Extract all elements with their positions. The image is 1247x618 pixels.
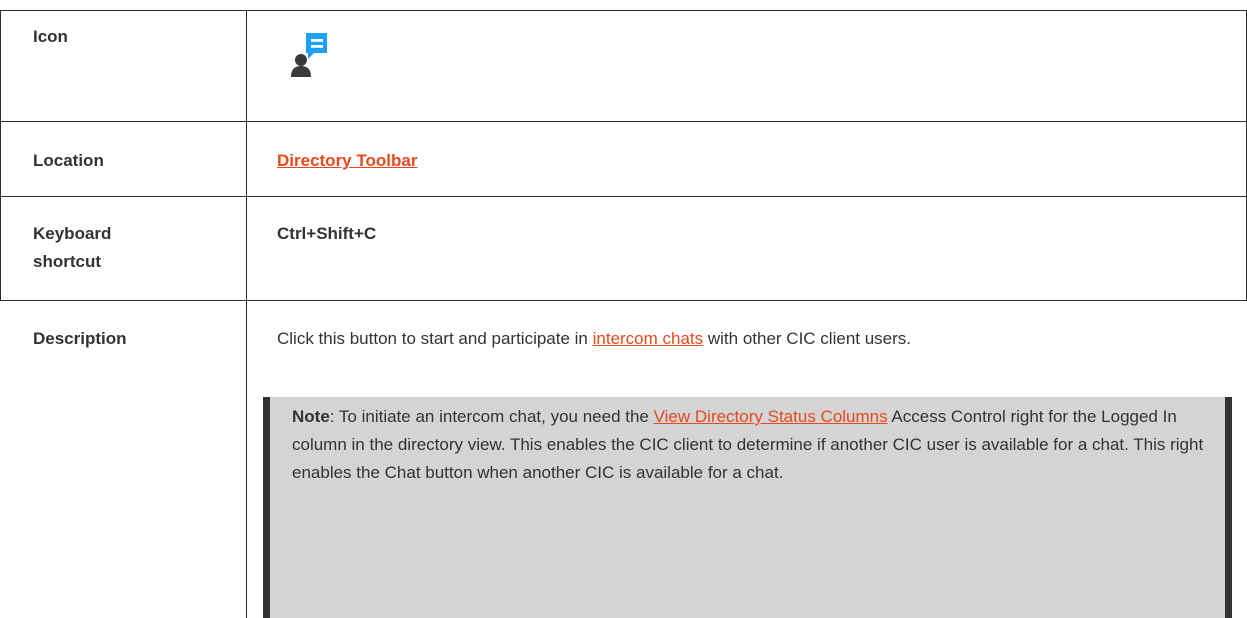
note-text-before: : To initiate an intercom chat, you need… — [329, 407, 654, 426]
table-border-left — [0, 10, 1, 301]
note-text: Note: To initiate an intercom chat, you … — [292, 403, 1222, 487]
row-label-icon: Icon — [33, 27, 68, 46]
row-label-shortcut: Keyboard shortcut — [33, 220, 111, 276]
note-box: Note: To initiate an intercom chat, you … — [263, 397, 1232, 618]
chat-user-icon — [290, 30, 340, 78]
row-label-shortcut-line1: Keyboard — [33, 224, 112, 243]
description-text-after: with other CIC client users. — [703, 329, 912, 348]
view-directory-status-columns-link[interactable]: View Directory Status Columns — [654, 407, 888, 426]
shortcut-value: Ctrl+Shift+C — [277, 224, 377, 243]
row-divider — [0, 196, 1246, 197]
location-value: Directory Toolbar — [277, 147, 417, 175]
column-divider — [246, 10, 247, 618]
row-label-shortcut-line2: shortcut — [33, 252, 101, 271]
row-label-description: Description — [33, 329, 127, 348]
description-text: Click this button to start and participa… — [277, 325, 1217, 353]
row-divider — [0, 300, 1246, 301]
description-text-before: Click this button to start and participa… — [277, 329, 593, 348]
directory-toolbar-link[interactable]: Directory Toolbar — [277, 151, 417, 170]
intercom-chats-link[interactable]: intercom chats — [593, 329, 704, 348]
row-divider — [0, 121, 1246, 122]
chat-user-icon-graphic — [291, 33, 327, 77]
row-label-location: Location — [33, 151, 104, 170]
note-label: Note — [292, 407, 330, 426]
table-border-top — [0, 10, 1246, 11]
